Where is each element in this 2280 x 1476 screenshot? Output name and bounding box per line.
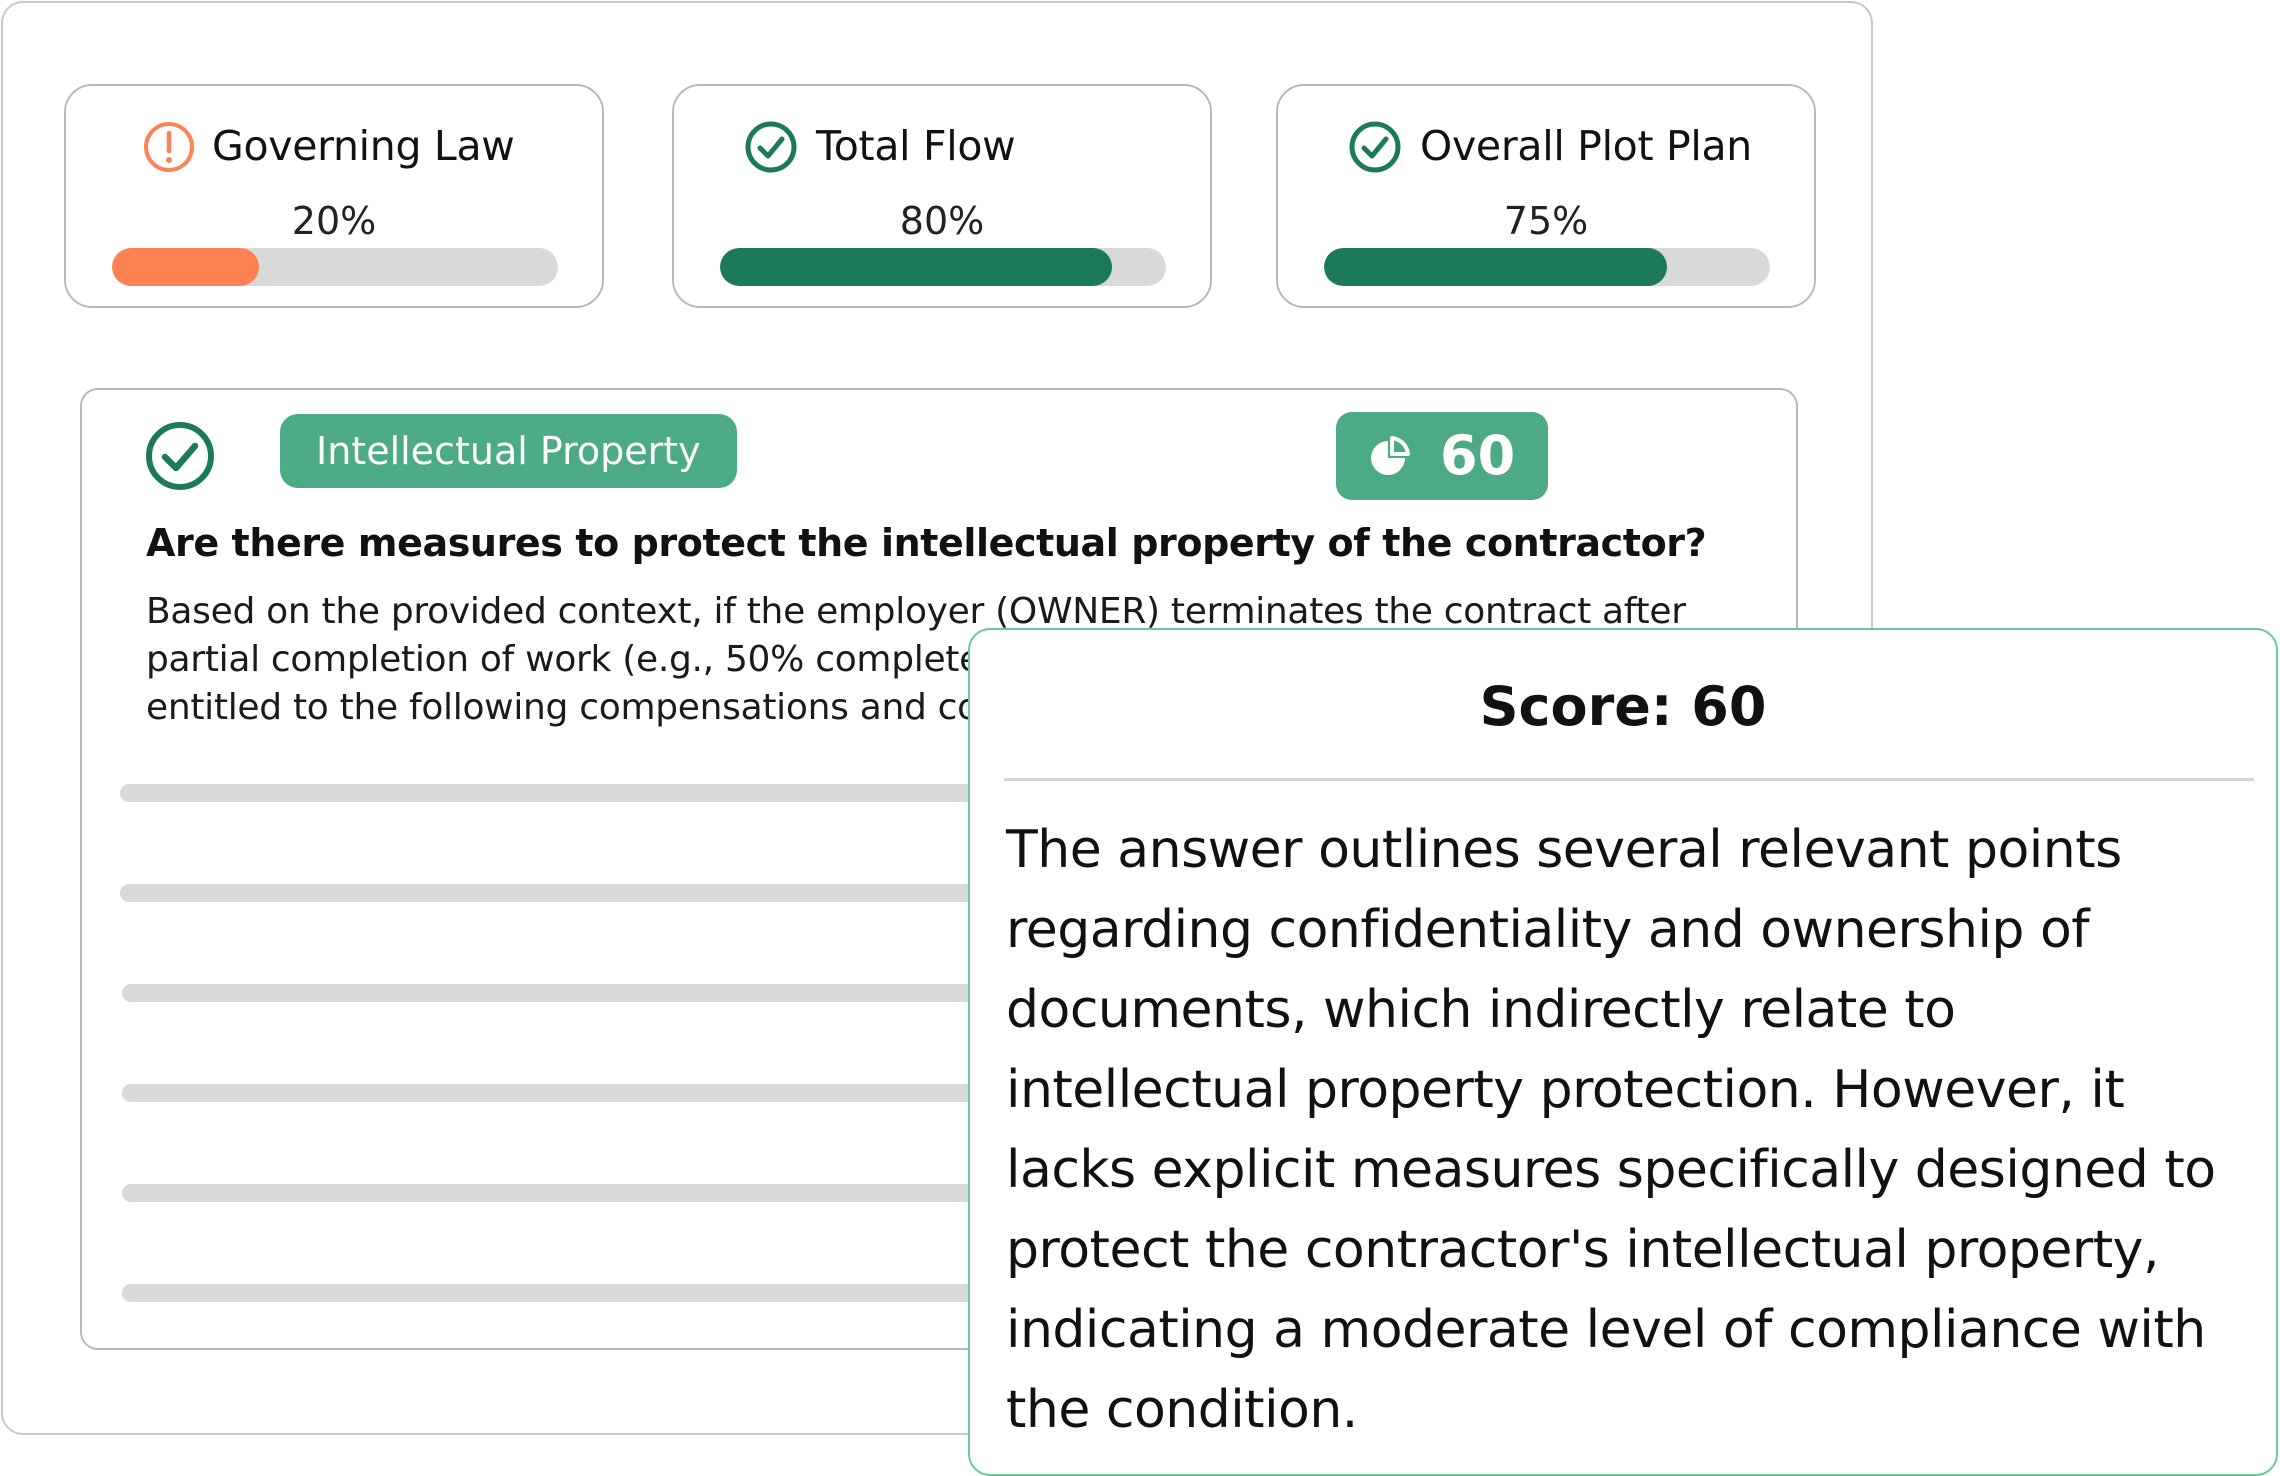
explanation-line: the condition. [1006, 1380, 1358, 1440]
metric-percent: 80% [899, 199, 985, 243]
explanation-line: intellectual property protection. Howeve… [1006, 1060, 2125, 1120]
question-title: Are there measures to protect the intell… [146, 521, 1707, 565]
progress-track [112, 248, 558, 286]
progress-fill [720, 248, 1113, 286]
metric-card-total-flow[interactable]: Total Flow 80% [672, 84, 1212, 308]
metric-card-overall-plot-plan[interactable]: Overall Plot Plan 75% [1276, 84, 1816, 308]
explanation-line: The answer outlines several relevant poi… [1006, 820, 2122, 880]
explanation-line: documents, which indirectly relate to [1006, 980, 1956, 1040]
category-tag[interactable]: Intellectual Property [280, 414, 737, 488]
progress-track [720, 248, 1166, 286]
explanation-line: regarding confidentiality and ownership … [1006, 900, 2090, 960]
check-circle-icon [1348, 120, 1402, 174]
check-circle-icon [144, 420, 216, 492]
pie-chart-icon [1364, 434, 1412, 482]
progress-track [1324, 248, 1770, 286]
score-explanation-panel: Score: 60 The answer outlines several re… [968, 628, 2278, 1476]
metric-label: Overall Plot Plan [1420, 122, 1752, 170]
divider [1004, 778, 2254, 781]
progress-fill [1324, 248, 1668, 286]
alert-circle-icon [142, 120, 196, 174]
explanation-line: protect the contractor's intellectual pr… [1006, 1220, 2159, 1280]
check-circle-icon [744, 120, 798, 174]
explanation-line: lacks explicit measures specifically des… [1006, 1140, 2216, 1200]
score-explanation-text: The answer outlines several relevant poi… [1006, 810, 2256, 1450]
metric-card-governing-law[interactable]: Governing Law 20% [64, 84, 604, 308]
metric-label: Total Flow [816, 122, 1016, 170]
score-badge[interactable]: 60 [1336, 412, 1548, 500]
metric-percent: 75% [1503, 199, 1589, 243]
metric-label: Governing Law [212, 122, 515, 170]
score-panel-title: Score: 60 [1479, 675, 1767, 738]
score-value: 60 [1440, 424, 1516, 487]
progress-fill [112, 248, 260, 286]
metric-percent: 20% [291, 199, 377, 243]
explanation-line: indicating a moderate level of complianc… [1006, 1300, 2206, 1360]
